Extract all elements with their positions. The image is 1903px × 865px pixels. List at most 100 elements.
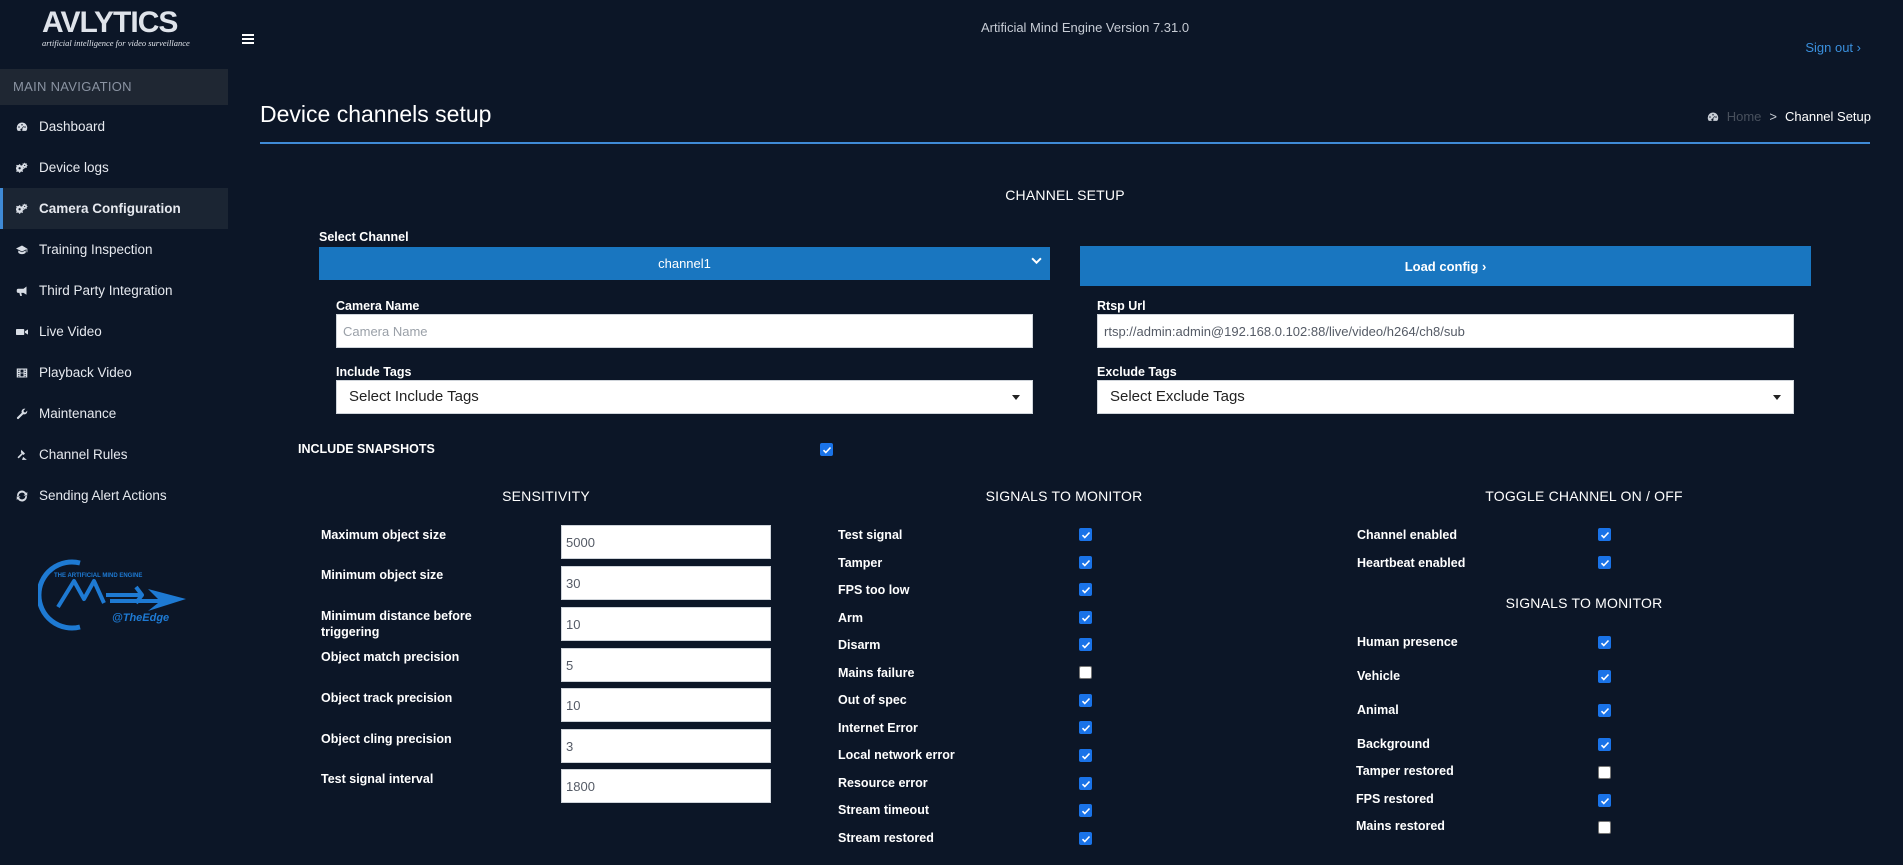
sidebar-item-maintenance[interactable]: Maintenance xyxy=(0,393,228,434)
engine-version: Artificial Mind Engine Version 7.31.0 xyxy=(980,20,1190,35)
signal-checkbox[interactable] xyxy=(1079,832,1092,845)
gavel-icon xyxy=(17,449,27,460)
signal-label: Out of spec xyxy=(838,693,907,707)
dashboard-icon xyxy=(16,122,28,131)
signal-checkbox[interactable] xyxy=(1598,794,1611,807)
min-object-size-input[interactable] xyxy=(561,566,771,600)
sidebar-item-channel-rules[interactable]: Channel Rules xyxy=(0,434,228,475)
sidebar-item-label: Camera Configuration xyxy=(39,201,181,216)
sensitivity-label: Maximum object size xyxy=(321,528,447,542)
sidebar-item-sending-alert-actions[interactable]: Sending Alert Actions xyxy=(0,475,228,516)
signal-checkbox[interactable] xyxy=(1598,704,1611,717)
sidebar-item-label: Maintenance xyxy=(39,406,117,421)
sidebar-item-playback-video[interactable]: Playback Video xyxy=(0,352,228,393)
signal-label: Resource error xyxy=(838,776,928,790)
film-icon xyxy=(16,368,28,377)
object-cling-precision-input[interactable] xyxy=(561,729,771,763)
breadcrumb-separator: > xyxy=(1769,109,1777,124)
caret-down-icon xyxy=(1773,395,1781,400)
wrench-icon xyxy=(16,408,28,419)
include-tags-select[interactable]: Select Include Tags xyxy=(336,380,1033,414)
page-title: Device channels setup xyxy=(260,101,492,127)
signal-checkbox[interactable] xyxy=(1079,528,1092,541)
sidebar-item-training-inspection[interactable]: Training Inspection xyxy=(0,229,228,270)
channel-select[interactable]: channel1 xyxy=(319,247,1050,280)
sidebar-item-label: Playback Video xyxy=(39,365,132,380)
signal-label: Arm xyxy=(838,611,864,625)
signal-checkbox[interactable] xyxy=(1079,611,1092,624)
min-distance-input[interactable] xyxy=(561,607,771,641)
include-snapshots-label: INCLUDE SNAPSHOTS xyxy=(298,442,435,456)
signal-label: Tamper xyxy=(838,556,883,570)
sensitivity-label: Object match precision xyxy=(321,650,460,664)
signal-label: Tamper restored xyxy=(1356,764,1454,778)
signal-label: Disarm xyxy=(838,638,881,652)
signal-checkbox[interactable] xyxy=(1079,694,1092,707)
signal-checkbox[interactable] xyxy=(1079,666,1092,679)
exclude-tags-select[interactable]: Select Exclude Tags xyxy=(1097,380,1794,414)
logo-tagline: artificial intelligence for video survei… xyxy=(42,38,190,48)
exclude-tags-label: Exclude Tags xyxy=(1097,365,1177,379)
include-tags-label: Include Tags xyxy=(336,365,412,379)
include-snapshots-checkbox[interactable] xyxy=(820,443,833,456)
sidebar-item-dashboard[interactable]: Dashboard xyxy=(0,106,228,147)
sidebar-item-third-party-integration[interactable]: Third Party Integration xyxy=(0,270,228,311)
camera-name-input[interactable] xyxy=(336,314,1033,348)
sidebar-item-live-video[interactable]: Live Video xyxy=(0,311,228,352)
signal-label: Mains failure xyxy=(838,666,915,680)
signal-checkbox[interactable] xyxy=(1598,766,1611,779)
signal-checkbox[interactable] xyxy=(1598,821,1611,834)
signal-checkbox[interactable] xyxy=(1079,804,1092,817)
max-object-size-input[interactable] xyxy=(561,525,771,559)
channel-enabled-checkbox[interactable] xyxy=(1598,528,1611,541)
breadcrumb-home[interactable]: Home xyxy=(1727,109,1762,124)
sensitivity-label: Object track precision xyxy=(321,691,453,705)
graduation-cap-icon xyxy=(16,245,28,254)
signal-checkbox[interactable] xyxy=(1079,583,1092,596)
signal-checkbox[interactable] xyxy=(1079,638,1092,651)
test-signal-interval-input[interactable] xyxy=(561,769,771,803)
sidebar-item-label: Training Inspection xyxy=(39,242,153,257)
avlytics-logo[interactable]: AVLYTICS artificial intelligence for vid… xyxy=(42,8,192,52)
rtsp-url-label: Rtsp Url xyxy=(1097,299,1146,313)
menu-toggle-icon[interactable] xyxy=(242,34,254,44)
signal-checkbox[interactable] xyxy=(1598,636,1611,649)
breadcrumb-current: Channel Setup xyxy=(1784,109,1871,124)
bullhorn-icon xyxy=(16,286,27,296)
signal-checkbox[interactable] xyxy=(1598,738,1611,751)
title-divider xyxy=(260,142,1870,144)
signal-label: Test signal xyxy=(838,528,903,542)
sign-out-link[interactable]: Sign out › xyxy=(1805,40,1861,55)
signal-checkbox[interactable] xyxy=(1079,721,1092,734)
sidebar-item-label: Live Video xyxy=(39,324,102,339)
sidebar-item-device-logs[interactable]: Device logs xyxy=(0,147,228,188)
signal-checkbox[interactable] xyxy=(1079,556,1092,569)
toggle-label: Channel enabled xyxy=(1357,528,1458,542)
sidebar-item-camera-configuration[interactable]: Camera Configuration xyxy=(0,188,228,229)
refresh-icon xyxy=(16,490,28,501)
sidebar-item-label: Third Party Integration xyxy=(39,283,173,298)
signal-label: Mains restored xyxy=(1356,819,1445,833)
object-track-precision-input[interactable] xyxy=(561,688,771,722)
load-config-button[interactable]: Load config › xyxy=(1080,246,1811,286)
chevron-down-icon xyxy=(1031,247,1042,280)
channel-select-value: channel1 xyxy=(658,256,711,271)
object-match-precision-input[interactable] xyxy=(561,648,771,682)
signals-to-monitor-title: SIGNALS TO MONITOR xyxy=(985,488,1143,504)
signal-checkbox[interactable] xyxy=(1079,777,1092,790)
signal-checkbox[interactable] xyxy=(1079,749,1092,762)
include-tags-value: Select Include Tags xyxy=(349,388,479,405)
signal-label: Local network error xyxy=(838,748,955,762)
rtsp-url-input[interactable] xyxy=(1097,314,1794,348)
caret-down-icon xyxy=(1012,395,1020,400)
heartbeat-enabled-checkbox[interactable] xyxy=(1598,556,1611,569)
signal-label: FPS restored xyxy=(1356,792,1434,806)
sidebar-item-label: Sending Alert Actions xyxy=(39,488,167,503)
sensitivity-label: Minimum object size xyxy=(321,568,444,582)
exclude-tags-value: Select Exclude Tags xyxy=(1110,388,1245,405)
signal-checkbox[interactable] xyxy=(1598,670,1611,683)
logo-wordmark: AVLYTICS xyxy=(42,6,178,39)
ame-logo-title: THE ARTIFICIAL MIND ENGINE xyxy=(54,573,142,579)
signal-label: Human presence xyxy=(1357,635,1458,649)
dashboard-icon xyxy=(1707,112,1718,121)
